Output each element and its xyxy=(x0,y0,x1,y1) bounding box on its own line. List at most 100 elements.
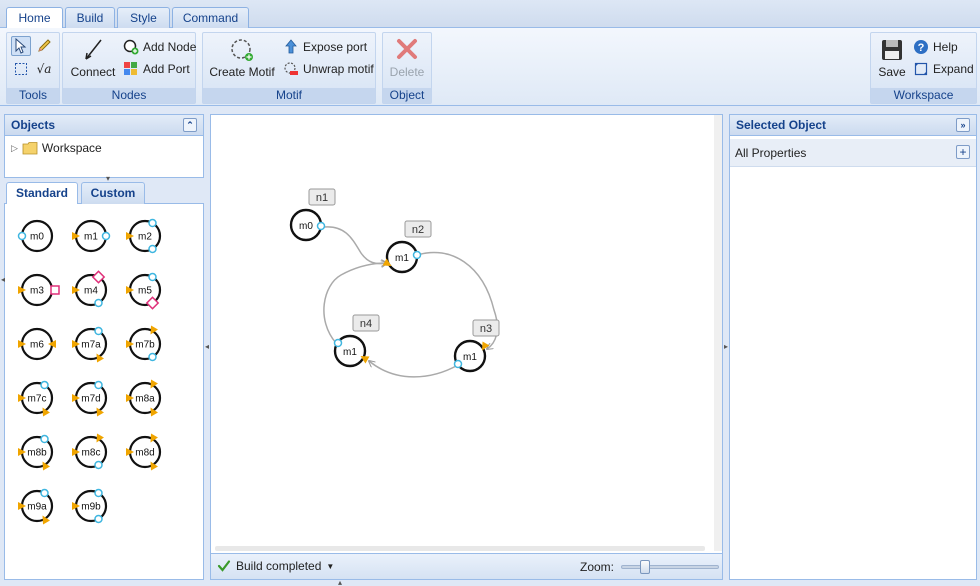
output-port xyxy=(148,244,157,254)
palette-item-label: m7d xyxy=(81,394,100,405)
output-port xyxy=(316,221,326,231)
status-bar: Build completed ▼ Zoom: xyxy=(211,553,722,579)
tab-command[interactable]: Command xyxy=(172,7,249,28)
help-icon: ? xyxy=(914,40,928,54)
vertical-scrollbar[interactable] xyxy=(714,115,722,551)
build-status-text: Build completed xyxy=(236,559,322,573)
zoom-slider-thumb[interactable] xyxy=(639,560,650,574)
tab-style[interactable]: Style xyxy=(117,7,170,28)
node-id-label: n3 xyxy=(480,323,492,335)
expand-arrow-icon[interactable]: ▷ xyxy=(11,143,18,154)
pencil-icon[interactable] xyxy=(34,36,54,56)
palette-item-m9b[interactable]: m9b xyxy=(72,488,108,524)
create-motif-label: Create Motif xyxy=(209,65,275,79)
palette-item-m0[interactable]: m0 xyxy=(17,219,54,253)
selected-panel-header: Selected Object » xyxy=(729,114,977,136)
edge-n1-n2[interactable] xyxy=(323,226,387,264)
palette-item-m5[interactable]: m5 xyxy=(126,272,162,310)
folder-icon xyxy=(22,142,38,155)
add-port-label: Add Port xyxy=(143,62,190,76)
palette-item-m8c[interactable]: m8c xyxy=(72,433,108,470)
output-port xyxy=(94,460,103,470)
add-node-label: Add Node xyxy=(143,40,197,54)
save-button[interactable]: Save xyxy=(875,37,909,79)
palette-item-m8d[interactable]: m8d xyxy=(126,433,162,471)
left-edge-handle[interactable]: ◂ xyxy=(0,274,6,286)
delete-button[interactable]: Delete xyxy=(385,37,429,79)
output-port xyxy=(101,231,111,241)
palette-item-m9a[interactable]: m9a xyxy=(18,488,54,525)
palette-item-m7a[interactable]: m7a xyxy=(72,326,108,363)
create-motif-icon xyxy=(231,39,253,61)
palette-item-m2[interactable]: m2 xyxy=(126,218,162,254)
unwrap-motif-icon xyxy=(284,62,298,75)
node-motif-label: m1 xyxy=(395,253,409,264)
group-nodes: Connect Add Node Add Port Nodes xyxy=(62,32,196,104)
tab-standard[interactable]: Standard xyxy=(6,182,78,205)
build-status[interactable]: Build completed ▼ xyxy=(217,559,334,573)
all-properties-row[interactable]: All Properties + xyxy=(730,139,976,167)
node-n2[interactable]: n2 m1 xyxy=(385,220,432,274)
pointer-icon[interactable] xyxy=(11,36,31,56)
palette-item-label: m7c xyxy=(28,394,47,405)
output-port xyxy=(94,380,103,390)
tab-build[interactable]: Build xyxy=(65,7,115,28)
left-splitter-handle[interactable]: ◂ xyxy=(204,341,210,353)
collapse-right-icon[interactable]: » xyxy=(956,118,970,132)
unwrap-motif-button[interactable]: Unwrap motif xyxy=(283,61,374,77)
group-workspace: Save ? Help Expand Workspace xyxy=(870,32,977,104)
bottom-splitter-handle[interactable]: ▴ xyxy=(333,579,347,586)
node-n1[interactable]: n1 m0 xyxy=(289,188,336,242)
palette-item-label: m8a xyxy=(135,394,155,405)
palette-item-label: m6 xyxy=(30,340,44,351)
palette-item-m1[interactable]: m1 xyxy=(72,219,111,253)
add-port-button[interactable]: Add Port xyxy=(123,61,190,77)
edge-n3-n4[interactable] xyxy=(369,361,459,378)
expose-port-button[interactable]: Expose port xyxy=(283,39,367,55)
palette-item-m4[interactable]: m4 xyxy=(72,270,108,308)
tab-custom[interactable]: Custom xyxy=(81,182,145,204)
create-motif-button[interactable]: Create Motif xyxy=(207,37,277,79)
zoom-slider-track[interactable] xyxy=(621,560,719,574)
palette-item-m7c[interactable]: m7c xyxy=(18,380,54,417)
palette-item-label: m7a xyxy=(81,340,101,351)
tab-home[interactable]: Home xyxy=(6,7,63,29)
palette-item-m3[interactable]: m3 xyxy=(18,273,60,307)
expand-button[interactable]: Expand xyxy=(913,61,974,77)
select-box-icon[interactable] xyxy=(11,59,31,79)
connect-button[interactable]: Connect xyxy=(67,37,119,79)
help-button[interactable]: ? Help xyxy=(913,39,958,55)
all-properties-label: All Properties xyxy=(735,146,807,160)
horizontal-scrollbar[interactable] xyxy=(215,546,705,551)
palette-item-m7b[interactable]: m7b xyxy=(126,325,162,362)
palette-item-m8a[interactable]: m8a xyxy=(126,379,162,417)
output-port xyxy=(40,380,49,390)
svg-text:?: ? xyxy=(918,42,925,54)
node-motif-label: m1 xyxy=(463,352,477,363)
palette-item-label: m5 xyxy=(138,286,152,297)
palette-item-m6[interactable]: m6 xyxy=(18,327,56,361)
output-port xyxy=(148,272,157,282)
output-port xyxy=(94,298,103,308)
add-node-button[interactable]: Add Node xyxy=(123,39,196,55)
palette-item-m7d[interactable]: m7d xyxy=(72,380,108,417)
palette-item-label: m0 xyxy=(30,232,44,243)
output-port xyxy=(148,218,157,228)
group-workspace-label: Workspace xyxy=(871,88,976,103)
tree-item-label: Workspace xyxy=(41,141,102,155)
connect-icon xyxy=(85,39,102,60)
unwrap-motif-label: Unwrap motif xyxy=(303,62,374,76)
sqrt-a-icon[interactable]: √a xyxy=(34,59,54,79)
output-port xyxy=(333,338,343,348)
plus-icon[interactable]: + xyxy=(956,145,970,159)
palette-item-m8b[interactable]: m8b xyxy=(18,434,54,471)
collapse-up-icon[interactable]: ⌃ xyxy=(183,118,197,132)
node-n4[interactable]: n4 m1 xyxy=(333,314,380,368)
network-canvas[interactable]: n1 m0 n2 m1 n3 m1 n4 m1 xyxy=(211,115,722,551)
tree-item-workspace[interactable]: ▷ Workspace xyxy=(11,141,102,155)
palette-item-label: m8d xyxy=(135,448,154,459)
palette-item-label: m4 xyxy=(84,286,98,297)
add-node-icon xyxy=(123,39,139,55)
objects-panel-title: Objects xyxy=(11,118,56,132)
dropdown-arrow-icon[interactable]: ▼ xyxy=(326,562,334,571)
